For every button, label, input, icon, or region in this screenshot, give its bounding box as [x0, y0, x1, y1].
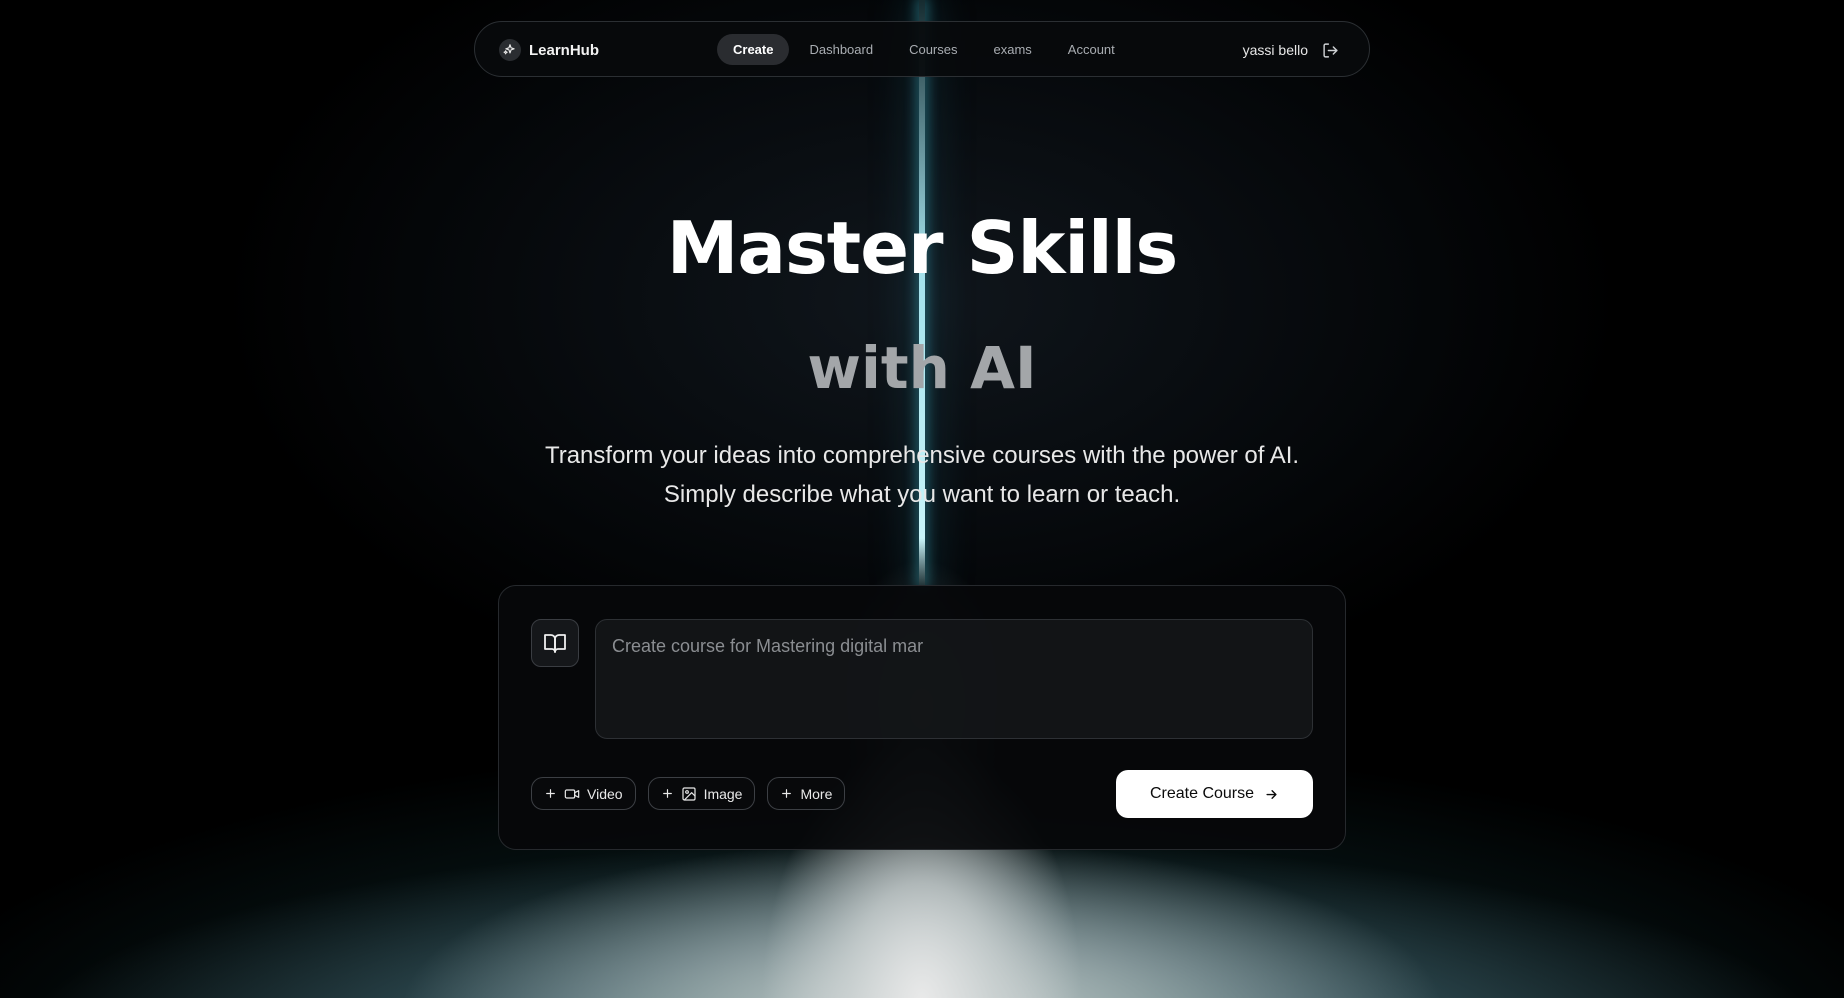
add-video-button[interactable]: Video [531, 777, 636, 810]
user-area: yassi bello [1243, 22, 1339, 78]
brand[interactable]: LearnHub [499, 22, 599, 78]
nav-link-create[interactable]: Create [717, 34, 790, 65]
more-options-button[interactable]: More [767, 777, 846, 810]
video-icon [564, 786, 580, 802]
plus-icon [544, 787, 557, 800]
add-image-button[interactable]: Image [647, 777, 756, 810]
user-name: yassi bello [1242, 42, 1308, 58]
add-video-label: Video [587, 785, 623, 802]
book-open-icon[interactable] [531, 619, 579, 667]
top-navbar: LearnHub Create Dashboard Courses exams … [474, 21, 1370, 77]
hero-title: Master Skills [666, 206, 1179, 290]
image-icon [681, 786, 697, 802]
nav-links: Create Dashboard Courses exams Account [717, 34, 1131, 65]
nav-link-courses[interactable]: Courses [893, 34, 973, 65]
nav-link-exams[interactable]: exams [978, 34, 1048, 65]
hero-description: Transform your ideas into comprehensive … [544, 442, 1300, 508]
arrow-right-icon [1264, 787, 1279, 802]
sparkle-icon [499, 39, 521, 61]
logout-icon[interactable] [1322, 42, 1339, 59]
plus-icon [780, 787, 793, 800]
create-course-button[interactable]: Create Course [1116, 770, 1313, 818]
course-composer: Video Image More Create Course [498, 585, 1346, 850]
brand-name: LearnHub [529, 41, 600, 59]
add-image-label: Image [703, 785, 743, 802]
nav-link-dashboard[interactable]: Dashboard [793, 34, 889, 65]
nav-link-account[interactable]: Account [1052, 34, 1131, 65]
create-course-label: Create Course [1149, 785, 1255, 802]
more-options-label: More [800, 785, 833, 802]
plus-icon [661, 787, 674, 800]
course-prompt-input[interactable] [595, 619, 1313, 739]
hero-subtitle: with AI [807, 334, 1037, 402]
attachment-chips: Video Image More [531, 777, 846, 810]
